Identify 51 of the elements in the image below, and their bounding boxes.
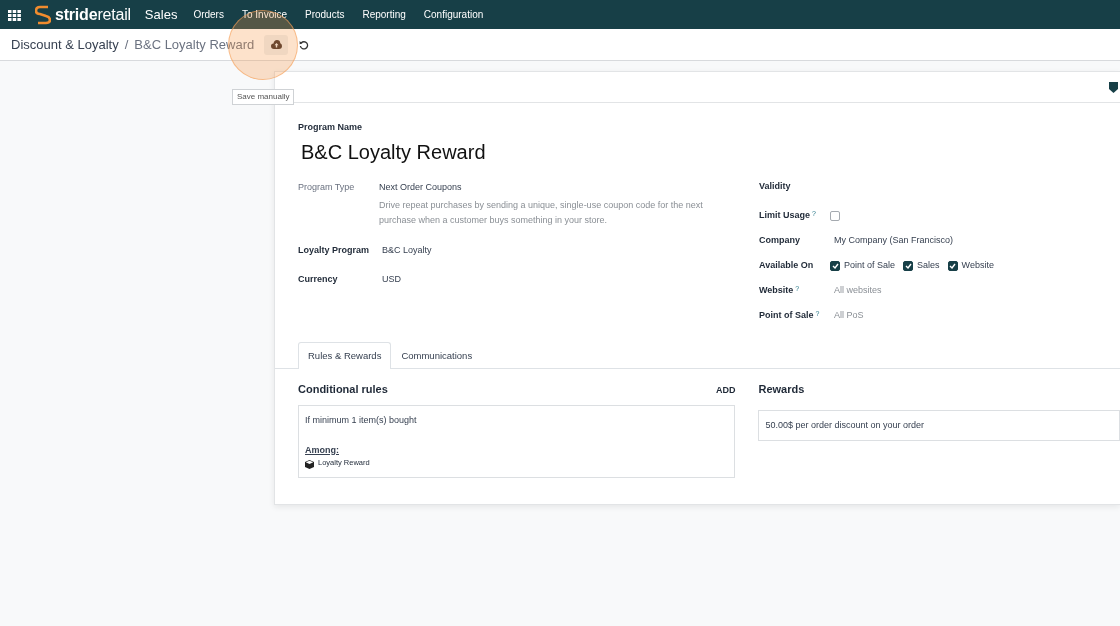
logo-icon [35,4,51,25]
tab[interactable]: Communications [391,341,483,369]
checkbox[interactable] [947,260,958,271]
cloud-upload-icon [270,40,282,49]
menu-item[interactable]: To Invoice [241,7,287,22]
menu-item[interactable]: Products [305,7,345,22]
field-label: Company [759,233,800,247]
field-label: Currency [298,273,339,287]
apps-menu-icon[interactable] [8,7,21,22]
section-title: Rewards [758,381,806,397]
section-title: Conditional rules [298,381,388,397]
add-button[interactable]: ADD [715,383,736,398]
checkbox[interactable] [903,260,914,271]
save-button[interactable] [264,34,289,55]
field-placeholder[interactable]: All websites [834,283,882,298]
checkbox[interactable] [830,210,840,221]
breadcrumb-link[interactable]: Discount & Loyalty [11,34,119,55]
breadcrumb-current: B&C Loyalty Reward [134,35,255,54]
breadcrumb-separator: / [124,35,129,54]
field-placeholder[interactable]: All PoS [834,308,864,323]
menu-item[interactable]: Orders [193,7,224,22]
option-label: Website [961,258,994,272]
field-label: Loyalty Program [298,243,371,257]
field-value: B&C Loyalty [382,243,433,257]
tag-icon[interactable] [1109,81,1118,93]
tooltip: Save manually [232,89,295,105]
undo-icon [299,39,310,50]
among-label: Among: [305,443,340,457]
option-label: Point of Sale [844,258,896,272]
field-label: Available On [759,258,814,272]
field-label: Program Type [298,180,356,194]
field-value: Next Order Coupons [379,180,463,194]
checkbox[interactable] [830,260,840,271]
reward-card[interactable]: 50.00$ per order discount on your order [758,409,1120,442]
field-label: Validity [759,179,791,193]
field-label: Website [759,283,794,297]
option-label: Sales [917,258,940,272]
rule-text: If minimum 1 item(s) bought [305,414,418,428]
tab[interactable]: Rules & Rewards [298,341,392,369]
field-value: My Company (San Francisco) [834,233,954,247]
box-icon [305,459,314,469]
menu-item[interactable]: Reporting [362,7,406,22]
field-label: Point of Sale [759,308,814,322]
brand-name[interactable]: strideretail [55,2,131,27]
menu-item[interactable]: Configuration [423,7,484,22]
field-label: Limit Usage [759,208,810,222]
field-label: Program Name [298,121,364,134]
field-value: USD [382,273,402,287]
program-name-field[interactable]: B&C Loyalty Reward [301,136,1120,167]
field-description: Drive repeat purchases by sending a unique, single-use coupon code for the next purchase when a customer buys something in your store. [379,199,704,227]
app-name[interactable]: Sales [144,4,178,25]
